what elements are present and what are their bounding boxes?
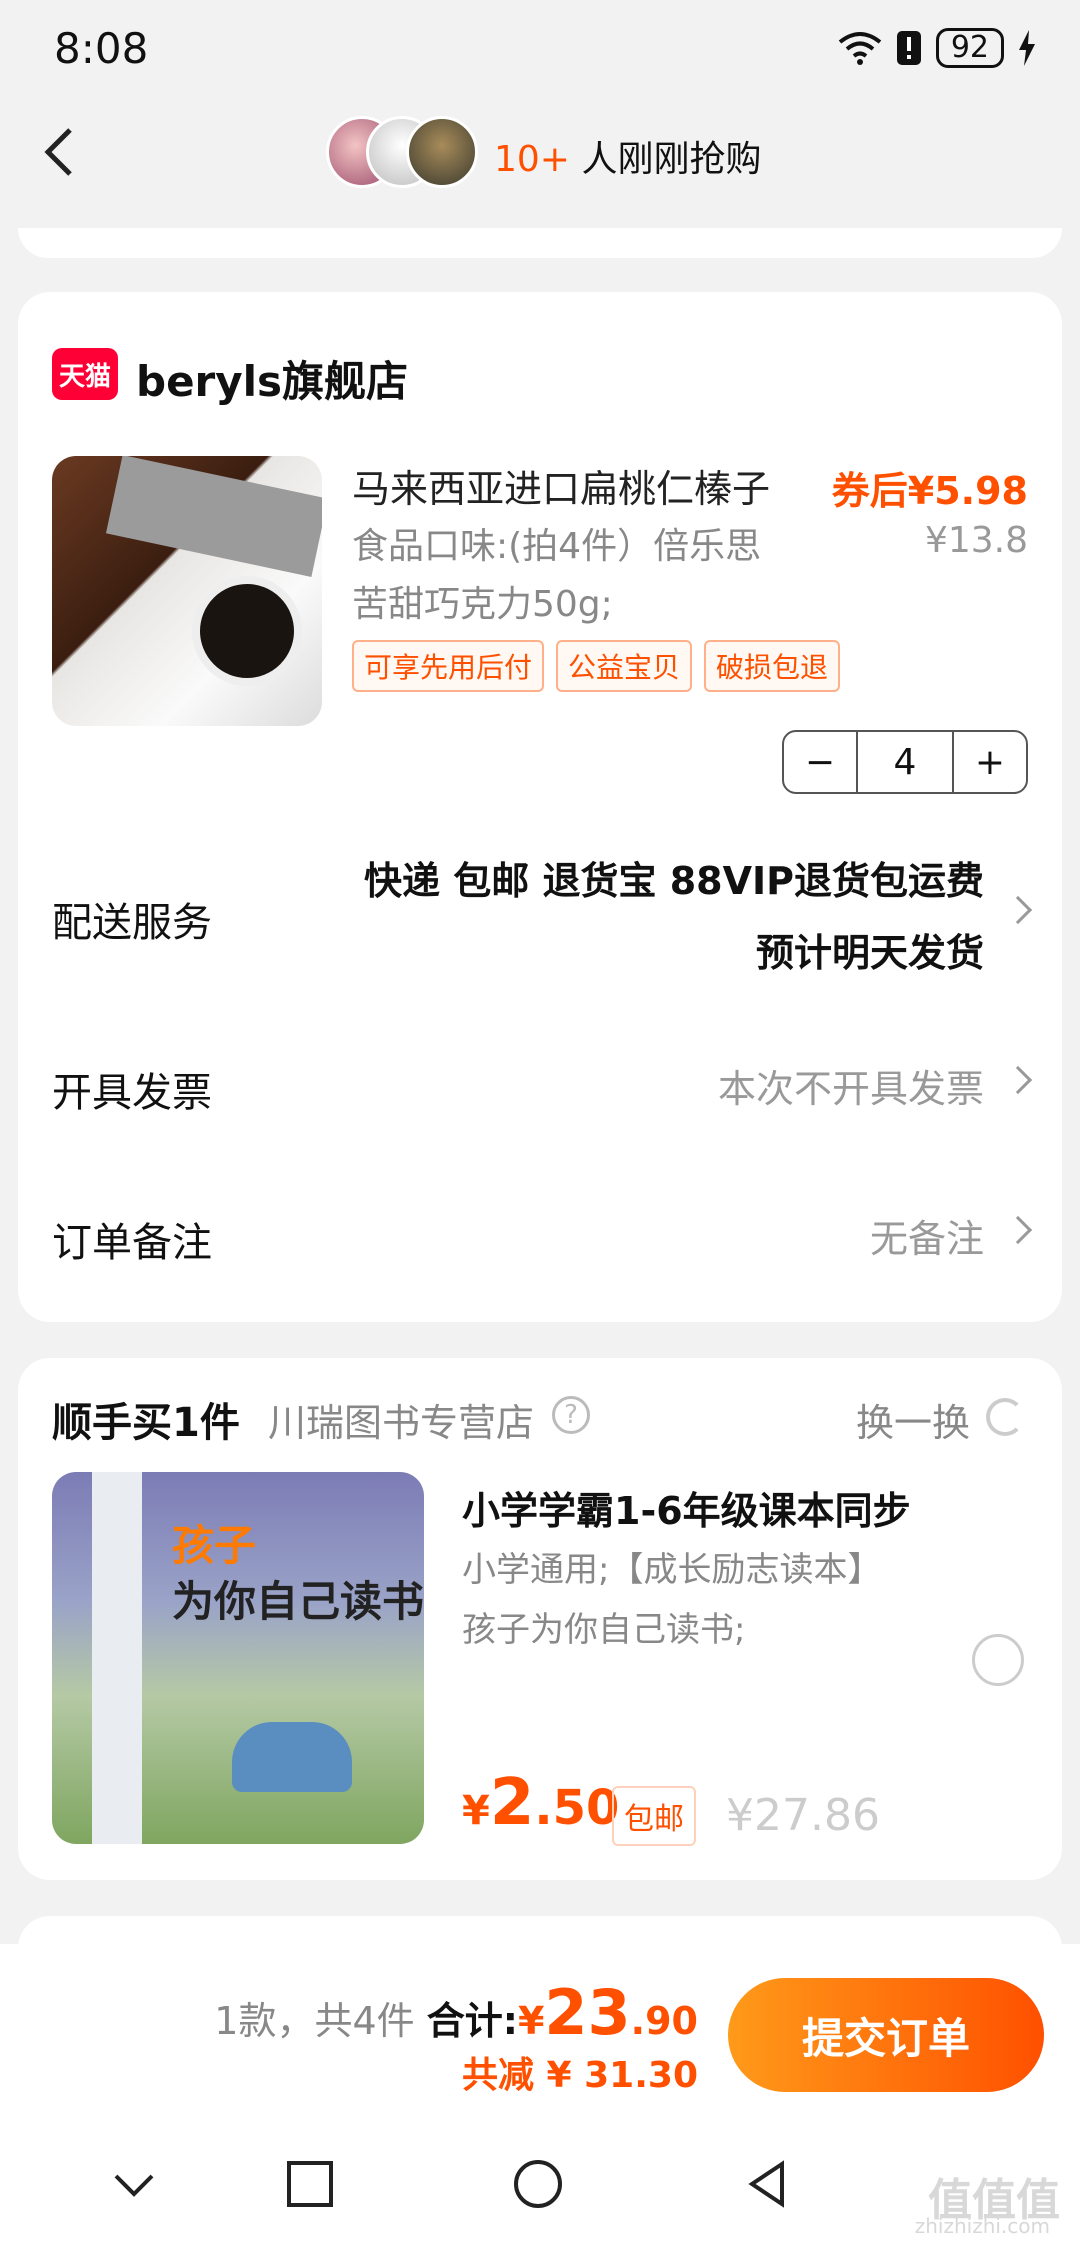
buyer-avatars [326,116,486,192]
coupon-price: 券后¥5.98 [831,469,1028,513]
addon-product-spec: 小学通用;【成长励志读本】 孩子为你自己读书; [462,1540,922,1660]
swap-button[interactable]: 换一换 [856,1392,970,1447]
alert-icon [896,31,921,65]
store-name[interactable]: beryls旗舰店 [136,348,408,409]
back-triangle-icon[interactable] [742,2158,794,2210]
invoice-value[interactable]: 本次不开具发票 [718,1058,984,1113]
price-integer: 2 [489,1766,535,1840]
tag-charity: 公益宝贝 [556,640,693,692]
clock: 8:08 [54,24,149,73]
book-spine [92,1472,142,1844]
coffee-cup [192,576,302,686]
status-bar: 8:08 92 [0,0,1080,100]
shipping-line: 预计明天发货 [755,931,984,975]
submit-order-button[interactable]: 提交订单 [728,1978,1044,2092]
invoice-label: 开具发票 [52,1070,212,1116]
product-package [105,456,322,577]
tmall-badge: 天猫 [52,348,118,400]
total-decimal: .90 [630,1999,698,2043]
total-label: 合计: [426,1999,518,2043]
addon-select-radio[interactable] [972,1634,1024,1686]
addon-original-price: ¥27.86 [726,1790,880,1841]
product-image[interactable] [52,456,322,726]
order-card [18,292,1062,1322]
decrease-button[interactable]: − [784,732,856,792]
charging-icon [1019,30,1035,66]
addon-title: 顺手买1件 [52,1400,240,1446]
discount-total[interactable]: 共减 ¥ 31.30 [462,2046,698,2098]
wifi-icon [838,32,882,65]
item-count: 1款，共4件 [214,1999,415,2043]
product-tags: 可享先用后付 公益宝贝 破损包退 [352,640,841,692]
increase-button[interactable]: + [954,732,1026,792]
battery-indicator: 92 [935,28,1004,68]
total-integer: 23 [544,1976,631,2049]
chevron-down-icon[interactable] [108,2158,160,2210]
note-value[interactable]: 无备注 [870,1208,984,1263]
note-label: 订单备注 [52,1220,212,1266]
addon-product-name[interactable]: 小学学霸1-6年级课本同步 [462,1480,911,1535]
tag-damage-refund: 破损包退 [704,640,841,692]
status-icons: 92 [838,28,1036,68]
order-summary: 1款，共4件 合计:¥23.90 [214,1976,698,2049]
home-circle-icon[interactable] [512,2158,564,2210]
price-decimal: .50 [534,1780,620,1836]
shipping-label: 配送服务 [52,900,212,946]
product-spec-line: 苦甜巧克力50g; [352,584,613,625]
recents-square-icon[interactable] [284,2158,336,2210]
currency-symbol: ¥ [462,1788,490,1834]
addon-store-name[interactable]: 川瑞图书专营店 [268,1392,534,1447]
help-icon[interactable]: ? [552,1396,590,1434]
book-cover-title: 孩子 [172,1521,257,1570]
product-spec-line: 食品口味:(拍4件）倍乐思 [352,526,762,567]
refresh-icon[interactable] [986,1398,1024,1436]
quantity-stepper: − 4 + [782,730,1028,794]
shipping-value[interactable]: 快递 包邮 退货宝 88VIP退货包运费 预计明天发货 [364,845,984,989]
total-currency: ¥ [517,1999,545,2043]
avatar [406,116,478,188]
free-shipping-tag: 包邮 [612,1786,696,1846]
addon-price: ¥2.50 [462,1766,619,1840]
product-title[interactable]: 马来西亚进口扁桃仁榛子 [352,458,770,513]
previous-card-edge [18,228,1062,258]
quantity-value[interactable]: 4 [856,732,954,792]
tag-pay-later: 可享先用后付 [352,640,545,692]
original-price: ¥13.8 [924,520,1028,561]
back-arrow-icon[interactable] [40,122,80,182]
book-cover-subtitle: 为你自己读书 [172,1577,424,1626]
buyer-count-label: 人刚刚抢购 [581,139,762,180]
buyer-count: 10+ [494,139,570,180]
watermark-url: zhizhizhi.com [914,2214,1050,2238]
shipping-line: 快递 包邮 退货宝 88VIP退货包运费 [364,859,984,903]
product-spec: 食品口味:(拍4件）倍乐思 苦甜巧克力50g; [352,518,852,634]
book-illustration [232,1722,352,1792]
book-image[interactable]: 孩子 为你自己读书 [52,1472,424,1844]
recent-buyers-text: 10+ 人刚刚抢购 [494,130,761,182]
addon-spec-line: 孩子为你自己读书; [462,1610,746,1650]
addon-spec-line: 小学通用;【成长励志读本】 [462,1550,882,1590]
